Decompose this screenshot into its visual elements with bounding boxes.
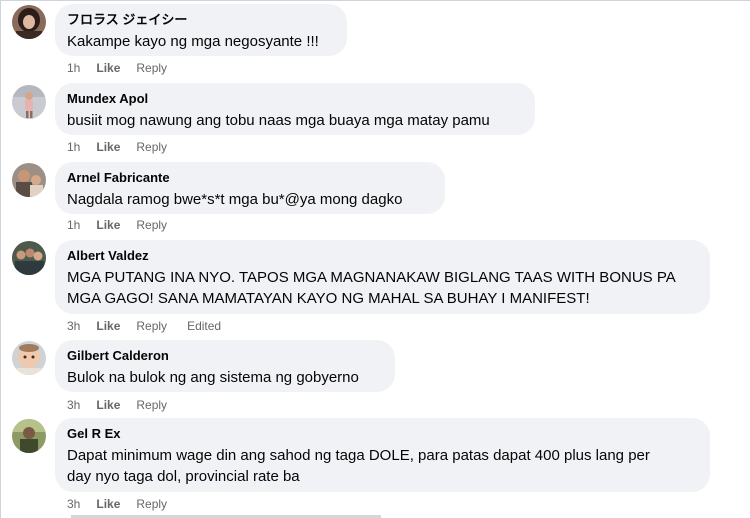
avatar[interactable] — [12, 85, 46, 119]
comment-bubble: Mundex Apol busiit mog nawung ang tobu n… — [55, 83, 535, 135]
comment-text: Bulok na bulok ng ang sistema ng gobyern… — [67, 369, 359, 386]
comment-text-line: MGA PUTANG INA NYO. TAPOS MGA MAGNANAKAW… — [67, 269, 676, 286]
profile-photo-icon — [12, 341, 46, 375]
reply-button[interactable]: Reply — [136, 496, 167, 512]
like-button[interactable]: Like — [96, 60, 120, 76]
avatar[interactable] — [12, 341, 46, 375]
comment-actions: 1h Like Reply — [67, 139, 187, 155]
comment-bubble: Arnel Fabricante Nagdala ramog bwe*s*t m… — [55, 162, 445, 214]
comment-timestamp[interactable]: 1h — [67, 139, 80, 155]
comment-actions: 3h Like Reply — [67, 397, 187, 413]
avatar[interactable] — [12, 419, 46, 453]
reply-button[interactable]: Reply — [136, 217, 167, 233]
comment-actions: 1h Like Reply — [67, 217, 187, 233]
comment-timestamp[interactable]: 1h — [67, 217, 80, 233]
reply-button[interactable]: Reply — [136, 60, 167, 76]
comment-text-line: Dapat minimum wage din ang sahod ng taga… — [67, 447, 650, 464]
comment-bubble: Albert Valdez MGA PUTANG INA NYO. TAPOS … — [55, 240, 710, 314]
like-button[interactable]: Like — [96, 318, 120, 334]
comment-timestamp[interactable]: 1h — [67, 60, 80, 76]
comments-section: フロラス ジェイシー Kakampe kayo ng mga negosyant… — [0, 0, 750, 518]
profile-photo-icon — [12, 241, 46, 275]
comment-actions: 1h Like Reply — [67, 60, 187, 76]
comment-actions: 3h Like Reply Edited — [67, 318, 221, 334]
profile-photo-icon — [12, 419, 46, 453]
like-button[interactable]: Like — [96, 139, 120, 155]
like-button[interactable]: Like — [96, 217, 120, 233]
reply-button[interactable]: Reply — [136, 139, 167, 155]
comment-text: Nagdala ramog bwe*s*t mga bu*@ya mong da… — [67, 191, 403, 208]
like-button[interactable]: Like — [96, 496, 120, 512]
comment-timestamp[interactable]: 3h — [67, 496, 80, 512]
comment-bubble: Gel R Ex Dapat minimum wage din ang saho… — [55, 418, 710, 492]
reply-button[interactable]: Reply — [136, 318, 167, 334]
comment-text-line: MGA GAGO! SANA MAMATAYAN KAYO NG MAHAL S… — [67, 290, 590, 307]
comment-timestamp[interactable]: 3h — [67, 318, 80, 334]
comment-text-line: day nyo taga dol, provincial rate ba — [67, 468, 300, 485]
comment-author[interactable]: フロラス ジェイシー — [67, 12, 335, 28]
comment-text: Kakampe kayo ng mga negosyante !!! — [67, 33, 319, 50]
avatar[interactable] — [12, 5, 46, 39]
like-button[interactable]: Like — [96, 397, 120, 413]
comment-bubble: フロラス ジェイシー Kakampe kayo ng mga negosyant… — [55, 4, 347, 56]
comment-author[interactable]: Albert Valdez — [67, 248, 698, 264]
comment-timestamp[interactable]: 3h — [67, 397, 80, 413]
reply-button[interactable]: Reply — [136, 397, 167, 413]
profile-photo-icon — [12, 163, 46, 197]
avatar[interactable] — [12, 163, 46, 197]
comment-text: busiit mog nawung ang tobu naas mga buay… — [67, 112, 490, 129]
comment-actions: 3h Like Reply — [67, 496, 187, 512]
comment-author[interactable]: Mundex Apol — [67, 91, 523, 107]
profile-photo-icon — [12, 5, 46, 39]
profile-photo-icon — [12, 85, 46, 119]
comment-text: Dapat minimum wage din ang sahod ng taga… — [67, 445, 698, 487]
comment-bubble: Gilbert Calderon Bulok na bulok ng ang s… — [55, 340, 395, 392]
comment-author[interactable]: Gilbert Calderon — [67, 348, 383, 364]
comment-text: MGA PUTANG INA NYO. TAPOS MGA MAGNANAKAW… — [67, 267, 698, 309]
edited-label[interactable]: Edited — [187, 318, 221, 334]
avatar[interactable] — [12, 241, 46, 275]
comment-author[interactable]: Gel R Ex — [67, 426, 698, 442]
comment-author[interactable]: Arnel Fabricante — [67, 170, 433, 186]
